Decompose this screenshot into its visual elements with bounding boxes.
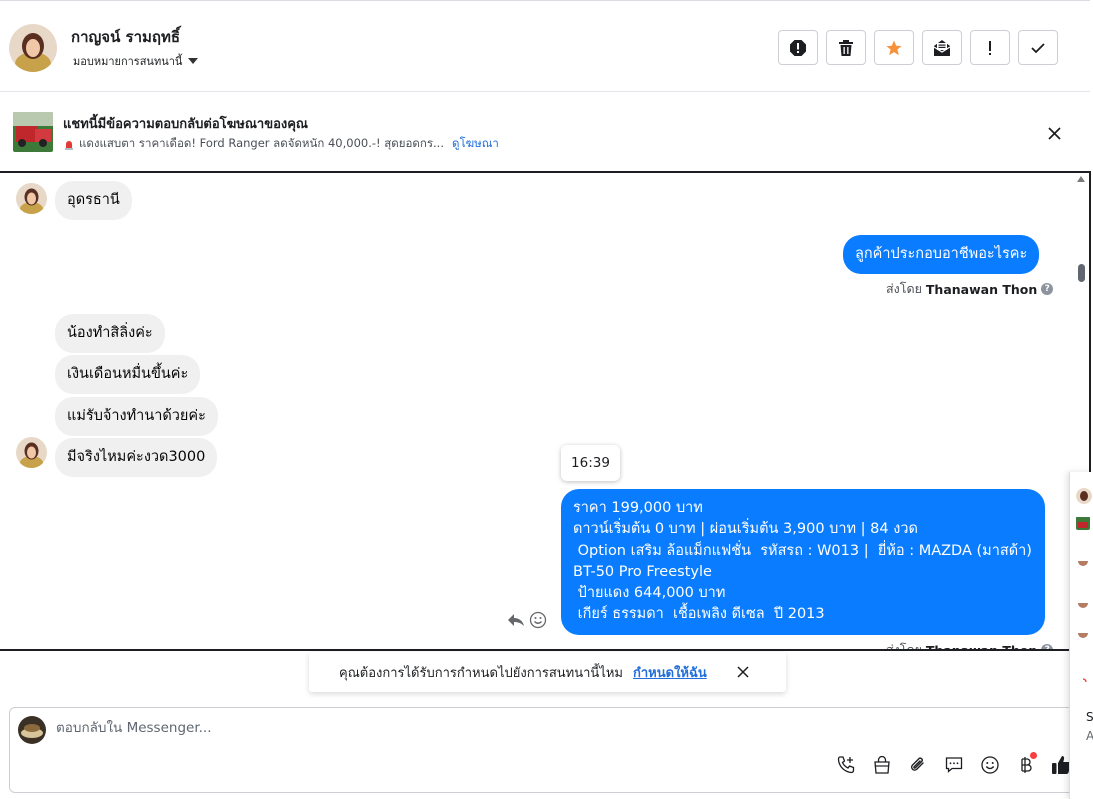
message-timestamp-tooltip: 16:39 xyxy=(561,445,620,481)
close-ad-banner-button[interactable] xyxy=(1043,122,1065,144)
envelope-open-icon xyxy=(933,39,951,56)
close-icon xyxy=(737,666,749,678)
sent-by-prefix: ส่งโดย xyxy=(886,642,922,651)
trash-icon xyxy=(839,39,853,56)
header-actions xyxy=(778,30,1058,65)
incoming-message[interactable]: น้องทำสิลิ่งค่ะ xyxy=(55,314,165,353)
mark-done-button[interactable] xyxy=(1018,30,1058,65)
incoming-message[interactable]: เงินเดือนหมื่นขึ้นค่ะ xyxy=(55,355,201,394)
reply-button[interactable] xyxy=(507,612,525,628)
assign-to-me-link[interactable]: กำหนดให้ฉัน xyxy=(633,662,707,683)
contact-avatar-small xyxy=(16,183,47,214)
composer-toolbar xyxy=(828,752,1080,778)
side-letter: S xyxy=(1086,710,1093,724)
reply-icon xyxy=(508,614,524,626)
sent-by-name: Thanawan Thon xyxy=(925,281,1038,297)
list-item-avatar[interactable] xyxy=(1078,628,1088,638)
react-button[interactable] xyxy=(529,611,547,629)
add-call-button[interactable] xyxy=(828,752,864,778)
outgoing-message[interactable]: ลูกค้าประกอบอาชีพอะไรคะ xyxy=(843,235,1040,274)
notification-dot xyxy=(1030,752,1037,759)
message-line: เกียร์ ธรรมดา เชื้อเพลิง ดีเซล ปี 2013 xyxy=(573,606,825,623)
phone-plus-icon xyxy=(837,756,855,774)
message-line: ป้ายแดง 644,000 บาท xyxy=(573,585,726,602)
ad-thumbnail[interactable] xyxy=(13,112,53,152)
sent-by-prefix: ส่งโดย xyxy=(886,281,922,296)
ad-thumbnail-small[interactable] xyxy=(1076,516,1090,530)
sent-by-label: ส่งโดย Thanawan Thon ? xyxy=(886,279,1054,299)
outgoing-message-vehicle-details[interactable]: ราคา 199,000 บาทดาวน์เริ่มต้น 0 บาท | ผ่… xyxy=(561,489,1045,635)
message-line: BT-50 Pro Freestyle xyxy=(573,563,712,580)
saved-replies-button[interactable] xyxy=(936,752,972,778)
conversation-header: กาญจน์ รามฤทธิ์ มอบหมายการสนทนานี้ xyxy=(0,0,1090,92)
list-item-avatar[interactable] xyxy=(1078,556,1088,566)
smiley-icon xyxy=(981,756,999,774)
caret-down-icon xyxy=(188,58,199,64)
attach-file-button[interactable] xyxy=(900,752,936,778)
message-composer xyxy=(9,707,1077,793)
reply-input[interactable] xyxy=(56,720,656,736)
check-icon xyxy=(1031,42,1045,53)
ad-snippet-line: แดงแสบตา ราคาเดือด! Ford Ranger ลดจัดหนั… xyxy=(63,135,499,153)
side-chat-panel[interactable]: S A xyxy=(1069,472,1093,799)
close-icon xyxy=(1047,126,1061,140)
assign-label: มอบหมายการสนทนานี้ xyxy=(73,55,183,68)
alarm-light-icon xyxy=(65,141,73,150)
help-icon[interactable]: ? xyxy=(1041,644,1054,649)
assign-to-me-prompt: คุณต้องการได้รับการกำหนดไปยังการสนทนานี้… xyxy=(309,652,786,692)
smiley-icon xyxy=(529,611,547,629)
help-icon[interactable]: ? xyxy=(1041,283,1054,295)
sent-by-name: Thanawan Thon xyxy=(925,642,1038,651)
incoming-message[interactable]: แม่รับจ้างทำนาด้วยค่ะ xyxy=(55,397,218,436)
scrollbar-thumb[interactable] xyxy=(1078,264,1085,282)
scroll-up-arrow[interactable] xyxy=(1077,176,1085,182)
assign-conversation-dropdown[interactable]: มอบหมายการสนทนานี้ xyxy=(73,52,199,70)
list-item-avatar[interactable] xyxy=(1078,598,1088,608)
contact-name[interactable]: กาญจน์ รามฤทธิ์ xyxy=(71,25,180,49)
message-thread[interactable]: อุดรธานี ลูกค้าประกอบอาชีพอะไรคะ ส่งโดย … xyxy=(0,171,1091,651)
paperclip-icon xyxy=(911,757,924,771)
message-actions xyxy=(507,611,547,629)
shopping-bag-icon xyxy=(874,755,890,774)
contact-avatar[interactable] xyxy=(9,24,57,72)
sent-by-label: ส่งโดย Thanawan Thon ? xyxy=(886,640,1054,651)
side-letter: A xyxy=(1086,729,1093,743)
incoming-message[interactable]: มีจริงไหมค่ะงวด3000 xyxy=(55,438,218,477)
message-line: Option เสริม ล้อแม็กแฟชั่น รหัสรถ : W013… xyxy=(573,542,1032,559)
reload-icon[interactable] xyxy=(1078,672,1088,682)
star-button[interactable] xyxy=(874,30,914,65)
ad-snippet: แดงแสบตา ราคาเดือด! Ford Ranger ลดจัดหนั… xyxy=(79,136,444,150)
assign-prompt-text: คุณต้องการได้รับการกำหนดไปยังการสนทนานี้… xyxy=(339,665,623,681)
view-ad-link[interactable]: ดูโฆษณา xyxy=(452,135,499,153)
spam-button[interactable] xyxy=(778,30,818,65)
alert-octagon-icon xyxy=(790,39,806,56)
speech-bubble-icon xyxy=(945,757,963,773)
close-assign-prompt-button[interactable] xyxy=(735,664,751,680)
message-line: ราคา 199,000 บาท xyxy=(573,500,703,516)
star-icon xyxy=(886,40,902,55)
incoming-message[interactable]: อุดรธานี xyxy=(55,181,132,220)
mark-unread-button[interactable] xyxy=(922,30,962,65)
shop-button[interactable] xyxy=(864,752,900,778)
delete-button[interactable] xyxy=(826,30,866,65)
exclamation-icon xyxy=(989,40,991,55)
ad-reply-banner: แชทนี้มีข้อความตอบกลับต่อโฆษณาของคุณ แดง… xyxy=(0,92,1090,172)
message-line: ดาวน์เริ่มต้น 0 บาท | ผ่อนเริ่มต้น 3,900… xyxy=(573,521,918,538)
follow-up-button[interactable] xyxy=(970,30,1010,65)
ad-reply-title: แชทนี้มีข้อความตอบกลับต่อโฆษณาของคุณ xyxy=(63,117,308,132)
page-avatar xyxy=(18,716,46,744)
emoji-button[interactable] xyxy=(972,752,1008,778)
contact-avatar-small xyxy=(16,437,47,468)
chat-head-avatar[interactable] xyxy=(1076,488,1092,504)
payment-button[interactable] xyxy=(1008,752,1044,778)
